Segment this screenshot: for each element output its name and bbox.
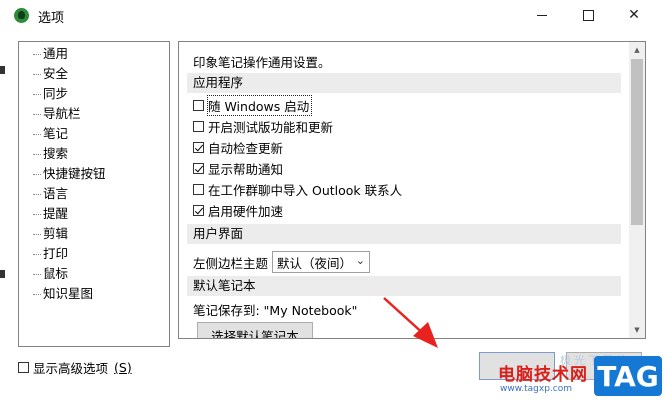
watermark-url: www.tagxp.com [500,384,572,394]
annotation-arrow [383,297,438,348]
arrow-head-icon [413,322,438,348]
watermark-site-name: 电脑技术网 [498,365,588,385]
tag-logo: TAG [594,356,662,396]
